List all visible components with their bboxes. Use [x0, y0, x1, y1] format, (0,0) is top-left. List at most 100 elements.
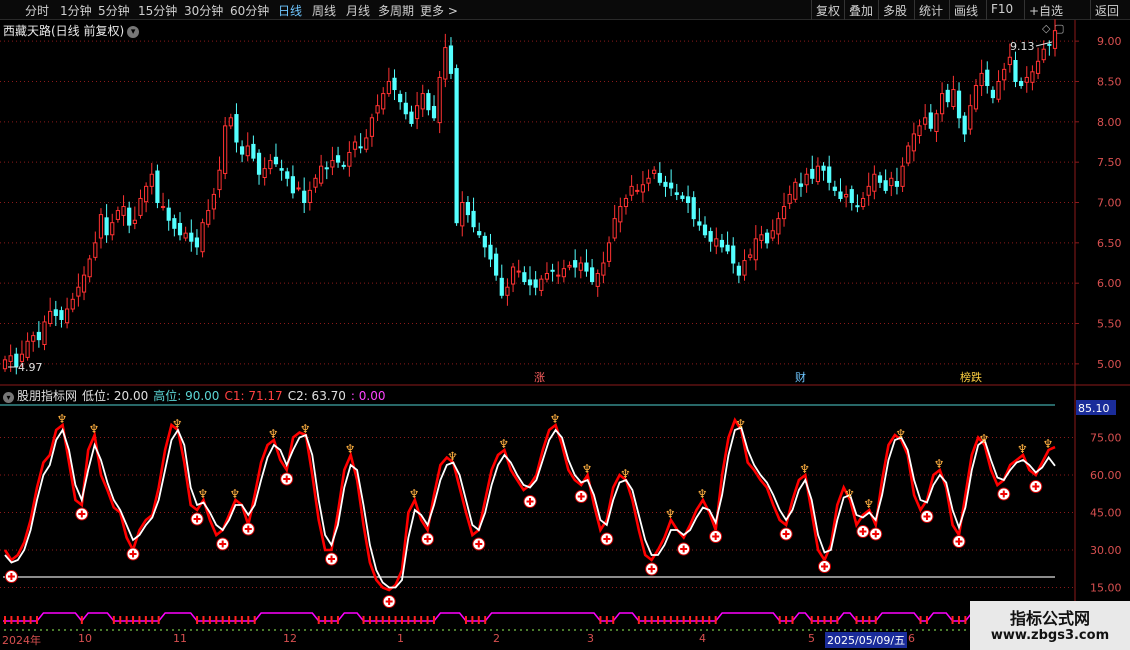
- period-tab[interactable]: 周线: [312, 2, 336, 19]
- candle-body[interactable]: [8, 355, 13, 362]
- candle-body[interactable]: [251, 143, 256, 159]
- toolbar-button[interactable]: 画线: [954, 2, 978, 19]
- toolbar-button[interactable]: 复权: [816, 2, 840, 19]
- candle-body[interactable]: [454, 68, 459, 224]
- candle-body[interactable]: [510, 266, 516, 285]
- candle-body[interactable]: [53, 309, 58, 316]
- candle-body[interactable]: [98, 214, 104, 239]
- candle-body[interactable]: [748, 254, 753, 258]
- candle-body[interactable]: [290, 176, 296, 194]
- candle-body[interactable]: [539, 278, 544, 291]
- candle-body[interactable]: [584, 262, 589, 272]
- candle-body[interactable]: [352, 141, 358, 150]
- candle-body[interactable]: [556, 274, 561, 277]
- candle-body[interactable]: [403, 102, 408, 115]
- candle-body[interactable]: [200, 222, 205, 253]
- candle-body[interactable]: [319, 165, 324, 184]
- candle-body[interactable]: [889, 177, 894, 187]
- candle-body[interactable]: [849, 189, 854, 204]
- candle-body[interactable]: [544, 273, 550, 280]
- candle-body[interactable]: [460, 202, 465, 227]
- candle-body[interactable]: [93, 242, 98, 258]
- candle-body[interactable]: [48, 310, 53, 325]
- candle-body[interactable]: [420, 93, 425, 110]
- candle-body[interactable]: [115, 210, 121, 220]
- candle-body[interactable]: [1019, 80, 1024, 87]
- candle-body[interactable]: [798, 183, 804, 187]
- candle-body[interactable]: [386, 80, 391, 95]
- candle-body[interactable]: [657, 172, 662, 183]
- candle-body[interactable]: [42, 321, 47, 345]
- indicator-chevron-icon[interactable]: ▾: [3, 392, 14, 403]
- candle-body[interactable]: [347, 151, 352, 167]
- candle-body[interactable]: [172, 218, 177, 229]
- candle-body[interactable]: [1007, 56, 1012, 66]
- candle-body[interactable]: [680, 195, 685, 199]
- candle-body[interactable]: [669, 182, 674, 189]
- candle-body[interactable]: [911, 133, 916, 152]
- toolbar-button[interactable]: 叠加: [849, 2, 873, 19]
- toolbar-button[interactable]: 多股: [883, 2, 907, 19]
- candle-body[interactable]: [685, 196, 691, 204]
- candle-body[interactable]: [341, 164, 346, 167]
- candle-body[interactable]: [335, 155, 341, 163]
- candle-body[interactable]: [183, 232, 188, 239]
- candle-body[interactable]: [488, 244, 493, 260]
- candle-body[interactable]: [471, 210, 476, 228]
- candle-body[interactable]: [313, 177, 318, 188]
- candle-body[interactable]: [821, 165, 826, 171]
- candle-body[interactable]: [573, 260, 578, 268]
- candle-body[interactable]: [996, 80, 1001, 100]
- toolbar-button[interactable]: +自选: [1029, 2, 1063, 19]
- candle-body[interactable]: [1002, 68, 1007, 81]
- candle-body[interactable]: [962, 115, 967, 135]
- candle-body[interactable]: [894, 181, 900, 187]
- candle-body[interactable]: [759, 234, 764, 241]
- candle-body[interactable]: [827, 166, 832, 183]
- candle-body[interactable]: [364, 137, 369, 150]
- candle-body[interactable]: [477, 231, 482, 236]
- candle-body[interactable]: [234, 114, 239, 143]
- candle-body[interactable]: [934, 113, 939, 132]
- candle-body[interactable]: [59, 310, 64, 320]
- candle-body[interactable]: [223, 125, 228, 174]
- candle-body[interactable]: [533, 279, 538, 288]
- candle-body[interactable]: [330, 160, 335, 168]
- candle-body[interactable]: [217, 169, 222, 191]
- candle-body[interactable]: [296, 187, 301, 190]
- candle-body[interactable]: [640, 184, 646, 193]
- event-label-cai[interactable]: 财: [795, 370, 806, 384]
- candle-body[interactable]: [900, 165, 905, 187]
- candle-body[interactable]: [87, 258, 92, 278]
- candle-body[interactable]: [708, 231, 713, 242]
- candle-body[interactable]: [917, 125, 922, 137]
- candle-body[interactable]: [589, 267, 595, 283]
- candle-body[interactable]: [285, 171, 290, 179]
- candle-body[interactable]: [629, 185, 634, 196]
- candle-body[interactable]: [776, 218, 781, 235]
- period-tab[interactable]: 月线: [346, 2, 370, 19]
- candle-body[interactable]: [76, 286, 81, 297]
- candle-body[interactable]: [1035, 60, 1041, 74]
- candle-body[interactable]: [121, 206, 126, 216]
- candle-body[interactable]: [623, 197, 629, 208]
- candle-body[interactable]: [527, 279, 533, 286]
- candle-body[interactable]: [866, 185, 871, 196]
- candle-body[interactable]: [815, 165, 821, 183]
- candle-body[interactable]: [652, 169, 657, 174]
- side-icons[interactable]: ◇ ▢: [1042, 22, 1064, 35]
- candle-body[interactable]: [973, 85, 979, 110]
- candle-body[interactable]: [928, 112, 933, 129]
- candle-body[interactable]: [923, 117, 928, 125]
- candle-body[interactable]: [392, 77, 397, 91]
- candle-body[interactable]: [414, 105, 420, 120]
- candle-body[interactable]: [398, 93, 403, 103]
- candle-body[interactable]: [770, 230, 775, 239]
- candle-body[interactable]: [951, 89, 956, 107]
- stock-title[interactable]: 西藏天路(日线 前复权) ▾: [3, 22, 140, 39]
- candle-body[interactable]: [985, 69, 990, 87]
- candle-body[interactable]: [764, 232, 770, 244]
- candle-body[interactable]: [1041, 48, 1046, 61]
- candle-body[interactable]: [70, 298, 75, 310]
- candle-body[interactable]: [409, 111, 414, 124]
